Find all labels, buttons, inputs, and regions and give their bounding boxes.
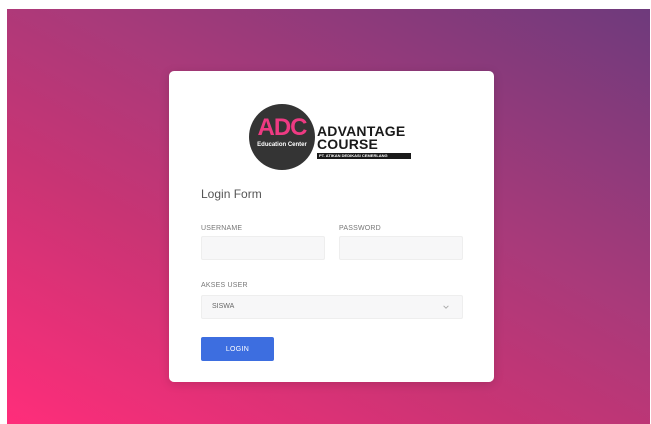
logo-abbr: ADC <box>257 114 308 141</box>
akses-user-label: AKSES USER <box>201 282 248 289</box>
logo-tagline: Education Center <box>257 142 307 148</box>
logo-name-line2: COURSE <box>317 136 379 152</box>
page-background: ADC Education Center ADVANTAGE COURSE PT… <box>7 9 650 424</box>
company-logo: ADC Education Center ADVANTAGE COURSE PT… <box>249 104 414 174</box>
akses-user-select[interactable]: SISWA <box>201 295 463 319</box>
username-label: USERNAME <box>201 225 243 232</box>
password-input[interactable] <box>339 236 463 260</box>
akses-user-selected: SISWA <box>212 303 235 310</box>
login-card: ADC Education Center ADVANTAGE COURSE PT… <box>169 71 494 382</box>
chevron-down-icon <box>443 305 449 309</box>
password-label: PASSWORD <box>339 225 381 232</box>
login-button[interactable]: LOGIN <box>201 337 274 361</box>
username-input[interactable] <box>201 236 325 260</box>
form-title: Login Form <box>201 187 262 201</box>
logo-company: PT. ATIKAN DEDIKASI CEMERLANG <box>317 153 411 159</box>
